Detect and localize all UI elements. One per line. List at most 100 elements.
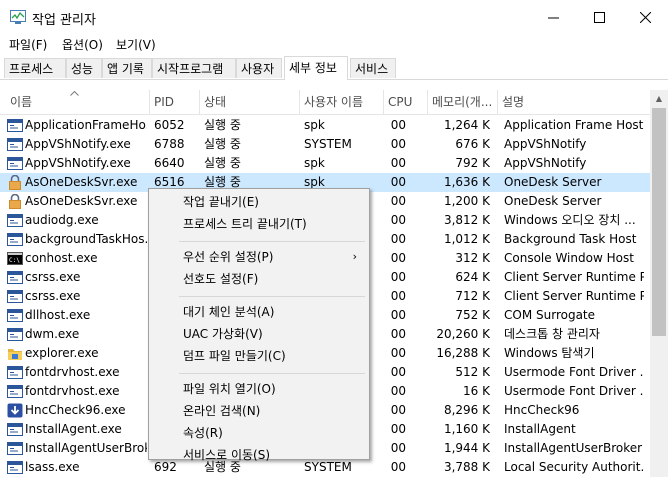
cell-name: InstallAgent.exe	[25, 422, 122, 436]
cell-description: Background Task Host	[504, 232, 637, 246]
cell-name: AppVShNotify.exe	[25, 137, 131, 151]
context-menu-item[interactable]: 온라인 검색(N)	[149, 401, 367, 421]
column-memory[interactable]: 메모리(개...	[428, 90, 498, 114]
context-menu-item[interactable]: 우선 순위 설정(P) ›	[149, 247, 367, 267]
cell-memory: 676 K	[455, 137, 490, 151]
cell-cpu: 00	[390, 384, 406, 398]
lock-icon	[9, 194, 21, 209]
table-row[interactable]: ApplicationFrameHo... 6052 실행 중 spk 00 1,264 …	[0, 116, 650, 135]
cell-memory: 1,264 K	[443, 118, 490, 132]
cell-cpu: 00	[390, 270, 406, 284]
cell-user: spk	[304, 156, 325, 170]
context-menu: 작업 끝내기(E) 프로세스 트리 끝내기(T) 우선 순위 설정(P) › 선호도 설…	[148, 188, 370, 462]
cell-name: HncCheck96.exe	[25, 403, 126, 417]
column-status[interactable]: 상태	[200, 90, 300, 114]
context-menu-item-label: 프로세스 트리 끝내기(T)	[183, 217, 307, 231]
cell-name: AppVShNotify.exe	[25, 156, 131, 170]
cell-memory: 624 K	[455, 270, 490, 284]
close-button[interactable]	[622, 0, 668, 34]
app-window-icon	[7, 423, 23, 436]
folder-icon	[8, 349, 22, 360]
cell-memory: 16 K	[463, 384, 490, 398]
cell-name: audiodg.exe	[25, 213, 99, 227]
tab-performance[interactable]: 성능	[66, 58, 102, 78]
table-row[interactable]: AppVShNotify.exe 6640 실행 중 spk 00 792 K AppVSh…	[0, 154, 650, 173]
tab-users[interactable]: 사용자	[236, 58, 282, 78]
tab-startup[interactable]: 시작프로그램	[152, 58, 236, 78]
context-menu-item-label: UAC 가상화(V)	[183, 327, 263, 341]
cell-cpu: 00	[390, 156, 406, 170]
app-window-icon	[7, 385, 23, 398]
cell-cpu: 00	[390, 308, 406, 322]
cell-cpu: 00	[390, 460, 406, 474]
context-menu-item-label: 우선 순위 설정(P)	[183, 250, 274, 264]
maximize-button[interactable]	[576, 0, 622, 34]
cell-name: fontdrvhost.exe	[25, 365, 120, 379]
column-name[interactable]: 이름	[0, 90, 150, 114]
cell-description: 데스크톱 창 관리자	[504, 327, 600, 341]
context-menu-item[interactable]: UAC 가상화(V)	[149, 324, 367, 344]
vertical-scrollbar[interactable]: ▲	[650, 90, 668, 477]
cell-pid: 6052	[154, 118, 185, 132]
cell-memory: 1,636 K	[443, 175, 490, 189]
cell-name: lsass.exe	[25, 460, 80, 474]
app-window-icon	[7, 119, 23, 132]
cell-cpu: 00	[390, 175, 406, 189]
context-menu-item[interactable]: 작업 끝내기(E)	[149, 192, 367, 212]
scroll-thumb[interactable]	[652, 108, 666, 336]
scroll-up-arrow-icon[interactable]: ▲	[650, 90, 668, 106]
cell-description: Windows 오디오 장치 ...	[504, 213, 636, 227]
cell-status: 실행 중	[204, 137, 241, 151]
cell-cpu: 00	[390, 365, 406, 379]
column-description[interactable]: 설명	[498, 90, 650, 114]
menu-options[interactable]: 옵션(O)	[62, 36, 103, 53]
context-menu-item[interactable]: 덤프 파일 만들기(C)	[149, 346, 367, 366]
cell-memory: 1,012 K	[443, 232, 490, 246]
menu-separator	[179, 241, 365, 242]
maximize-icon	[593, 11, 605, 23]
cell-description: Windows 탐색기	[504, 346, 595, 360]
cell-cpu: 00	[390, 346, 406, 360]
sort-ascending-icon	[70, 91, 79, 96]
tab-processes[interactable]: 프로세스	[4, 58, 66, 78]
column-cpu[interactable]: CPU	[384, 90, 428, 114]
cell-memory: 1,160 K	[443, 422, 490, 436]
minimize-button[interactable]	[530, 0, 576, 34]
menu-file[interactable]: 파일(F)	[9, 36, 47, 53]
cell-memory: 752 K	[455, 308, 490, 322]
svg-text:C:\: C:\	[9, 257, 20, 264]
cell-description: OneDesk Server	[504, 175, 602, 189]
tab-details[interactable]: 세부 정보	[284, 56, 348, 80]
app-window-icon	[7, 328, 23, 341]
cell-description: Console Window Host	[504, 251, 634, 265]
context-menu-item[interactable]: 선호도 설정(F)	[149, 269, 367, 289]
context-menu-item-label: 덤프 파일 만들기(C)	[183, 349, 286, 363]
cell-memory: 792 K	[455, 156, 490, 170]
app-window-icon	[7, 366, 23, 379]
app-window-icon	[7, 290, 23, 303]
cell-pid: 6640	[154, 156, 185, 170]
cell-memory: 16,288 K	[436, 346, 490, 360]
table-row[interactable]: AppVShNotify.exe 6788 실행 중 SYSTEM 00 676 K App…	[0, 135, 650, 154]
cell-memory: 512 K	[455, 365, 490, 379]
console-icon: C:\	[7, 252, 23, 265]
context-menu-item[interactable]: 속성(R)	[149, 423, 367, 443]
context-menu-item[interactable]: 프로세스 트리 끝내기(T)	[149, 214, 367, 234]
title-bar: 작업 관리자	[0, 0, 668, 34]
context-menu-item[interactable]: 대기 체인 분석(A)	[149, 302, 367, 322]
tab-services[interactable]: 서비스	[350, 58, 396, 78]
menu-view[interactable]: 보기(V)	[116, 36, 156, 53]
cell-cpu: 00	[390, 232, 406, 246]
cell-description: HncCheck96	[504, 403, 580, 417]
cell-status: 실행 중	[204, 118, 241, 132]
tab-app-history[interactable]: 앱 기록	[102, 58, 152, 78]
cell-cpu: 00	[390, 213, 406, 227]
cell-description: AppVShNotify	[504, 156, 587, 170]
context-menu-item-label: 온라인 검색(N)	[183, 404, 261, 418]
context-menu-item[interactable]: 파일 위치 열기(O)	[149, 379, 367, 399]
app-window-icon	[7, 442, 23, 455]
cell-description: AppVShNotify	[504, 137, 587, 151]
context-menu-item[interactable]: 서비스로 이동(S)	[149, 445, 367, 465]
column-pid[interactable]: PID	[150, 90, 200, 114]
column-user[interactable]: 사용자 이름	[300, 90, 384, 114]
